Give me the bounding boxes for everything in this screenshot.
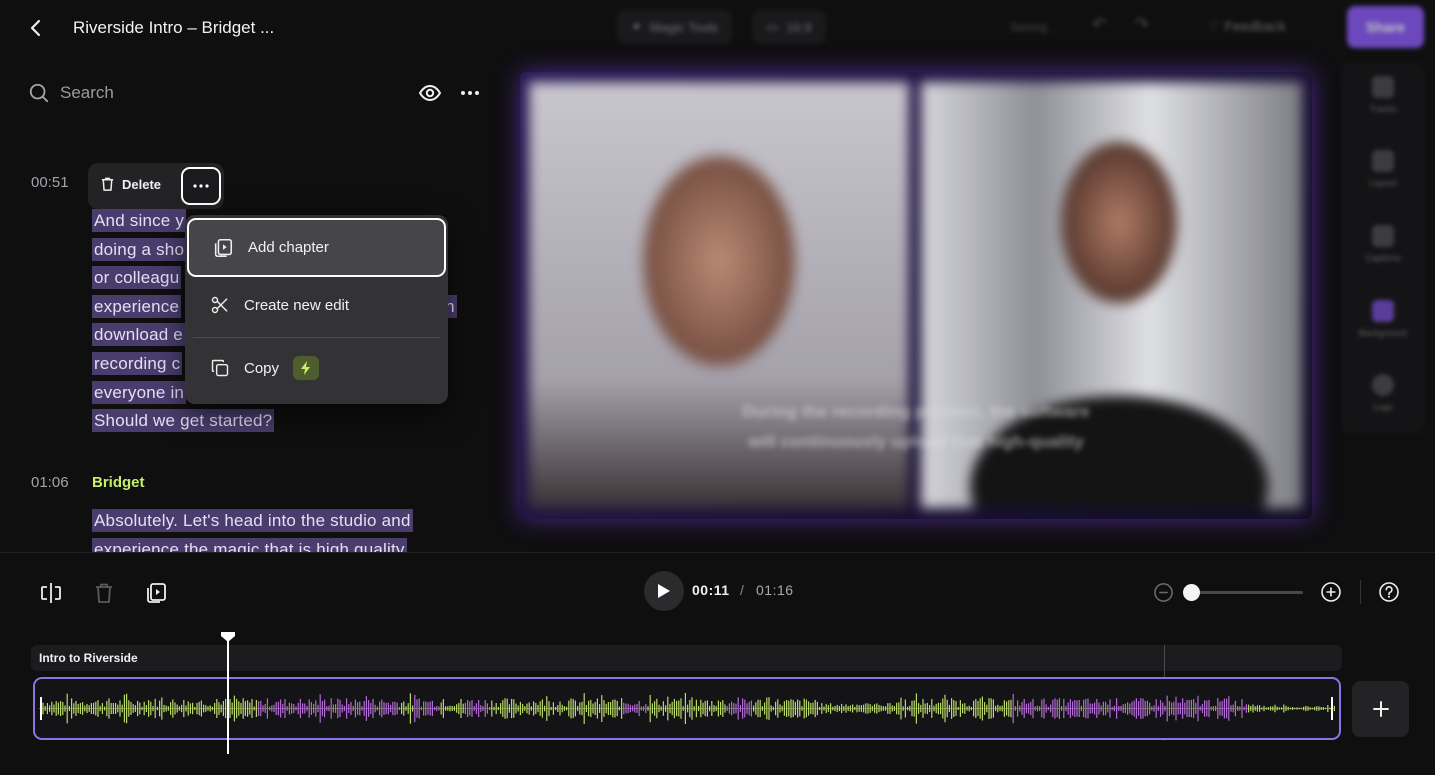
transcript-line[interactable]: Absolutely. Let's head into the studio a… bbox=[92, 507, 413, 536]
magic-tools-label: Magic Tools bbox=[649, 19, 719, 35]
chapter-label: Intro to Riverside bbox=[39, 651, 138, 665]
magic-tools-button[interactable]: ✦ Magic Tools bbox=[617, 10, 733, 44]
help-icon[interactable] bbox=[1378, 581, 1400, 603]
menu-item-label: Copy bbox=[244, 359, 280, 377]
menu-item-label: Create new edit bbox=[244, 296, 350, 314]
play-button[interactable] bbox=[644, 571, 684, 611]
eye-icon[interactable] bbox=[418, 82, 442, 104]
zoom-slider-track[interactable] bbox=[1190, 591, 1303, 594]
right-tool-rail: Tracks Layout Captions Background Logo bbox=[1341, 62, 1425, 434]
segment-more-button[interactable] bbox=[181, 167, 221, 205]
copy-icon bbox=[211, 359, 229, 377]
menu-item-label: Add chapter bbox=[248, 239, 329, 256]
sparkle-icon: ✦ bbox=[631, 19, 642, 34]
transcript-line[interactable]: everyone in bbox=[92, 379, 187, 408]
feedback-label: Feedback bbox=[1224, 18, 1286, 34]
trash-icon[interactable] bbox=[91, 580, 117, 606]
menu-item-copy[interactable]: Copy bbox=[187, 338, 446, 398]
transcript-line[interactable]: download e bbox=[92, 321, 185, 350]
current-time: 00:11 bbox=[692, 582, 730, 598]
layout-icon bbox=[1372, 150, 1394, 172]
tracks-icon bbox=[1372, 76, 1394, 98]
back-arrow-icon[interactable] bbox=[24, 16, 48, 40]
playhead[interactable] bbox=[227, 636, 229, 754]
transcript-line[interactable]: Should we get started? bbox=[92, 407, 275, 436]
video-caption: During the recording process, the softwa… bbox=[520, 397, 1312, 457]
zoom-slider-handle[interactable] bbox=[1183, 584, 1200, 601]
aspect-icon: ▭ bbox=[766, 19, 779, 34]
segment-timestamp[interactable]: 01:06 bbox=[31, 474, 69, 491]
video-preview[interactable]: During the recording process, the softwa… bbox=[520, 72, 1312, 519]
menu-item-create-new-edit[interactable]: Create new edit bbox=[187, 275, 446, 335]
project-title[interactable]: Riverside Intro – Bridget ... bbox=[73, 18, 274, 38]
speaker-name: Bridget bbox=[92, 474, 145, 491]
divider bbox=[0, 552, 1435, 553]
transcript-line[interactable]: experience the magic that is high qualit… bbox=[92, 536, 407, 552]
play-icon bbox=[658, 584, 670, 598]
delete-button[interactable]: Delete bbox=[100, 176, 161, 192]
background-icon bbox=[1372, 300, 1394, 322]
captions-icon bbox=[1372, 225, 1394, 247]
undo-icon[interactable]: ↶ bbox=[1092, 14, 1107, 35]
aspect-label: 16:9 bbox=[786, 19, 812, 35]
transcript-clip: Absolutely. Let's head into the studio a… bbox=[0, 500, 500, 552]
scissors-icon bbox=[211, 296, 228, 314]
ellipsis-icon bbox=[193, 184, 209, 188]
menu-item-add-chapter[interactable]: Add chapter bbox=[187, 218, 446, 277]
waveform bbox=[39, 693, 1336, 724]
caption-line: During the recording process, the softwa… bbox=[742, 402, 1090, 421]
segment-timestamp[interactable]: 00:51 bbox=[31, 174, 69, 191]
rail-item-tracks[interactable]: Tracks bbox=[1341, 76, 1425, 114]
playhead-handle-icon[interactable] bbox=[220, 631, 236, 643]
pro-badge bbox=[293, 356, 320, 380]
more-options-icon[interactable] bbox=[458, 82, 482, 104]
rail-item-layout[interactable]: Layout bbox=[1341, 150, 1425, 188]
redo-icon[interactable]: ↷ bbox=[1134, 14, 1149, 35]
caption-line: will continuously upload that high-quali… bbox=[748, 432, 1084, 451]
rail-item-background[interactable]: Background bbox=[1341, 300, 1425, 338]
bolt-icon bbox=[301, 361, 311, 375]
context-menu: Add chapter Create new edit Copy bbox=[185, 215, 448, 404]
split-icon[interactable] bbox=[38, 580, 64, 606]
plus-icon bbox=[1372, 701, 1389, 717]
add-chapter-icon bbox=[214, 238, 233, 257]
rail-item-logo[interactable]: Logo bbox=[1341, 374, 1425, 412]
zoom-in-icon[interactable] bbox=[1320, 581, 1342, 603]
top-bar: Riverside Intro – Bridget ... ✦ Magic To… bbox=[0, 0, 1435, 56]
delete-label: Delete bbox=[122, 176, 162, 192]
rail-item-captions[interactable]: Captions bbox=[1341, 225, 1425, 263]
share-button[interactable]: Share bbox=[1347, 6, 1424, 48]
aspect-ratio-button[interactable]: ▭ 16:9 bbox=[752, 10, 826, 44]
transcript-search bbox=[28, 80, 408, 106]
divider bbox=[1360, 580, 1361, 604]
audio-track[interactable] bbox=[33, 677, 1341, 740]
logo-icon bbox=[1372, 374, 1394, 396]
search-icon bbox=[29, 83, 49, 103]
segment-toolbar: Delete bbox=[88, 163, 224, 209]
total-time: 01:16 bbox=[756, 582, 794, 598]
saving-status: Saving... bbox=[1010, 20, 1057, 34]
time-separator: / bbox=[740, 582, 744, 598]
add-clip-button[interactable] bbox=[1352, 681, 1409, 737]
transcript-line[interactable]: or colleagu bbox=[92, 264, 182, 293]
search-input[interactable] bbox=[60, 83, 360, 103]
feedback-button[interactable]: ♡ Feedback bbox=[1208, 18, 1286, 35]
trash-icon bbox=[101, 177, 114, 191]
zoom-out-icon[interactable] bbox=[1153, 582, 1174, 603]
add-chapter-icon[interactable] bbox=[143, 580, 169, 606]
